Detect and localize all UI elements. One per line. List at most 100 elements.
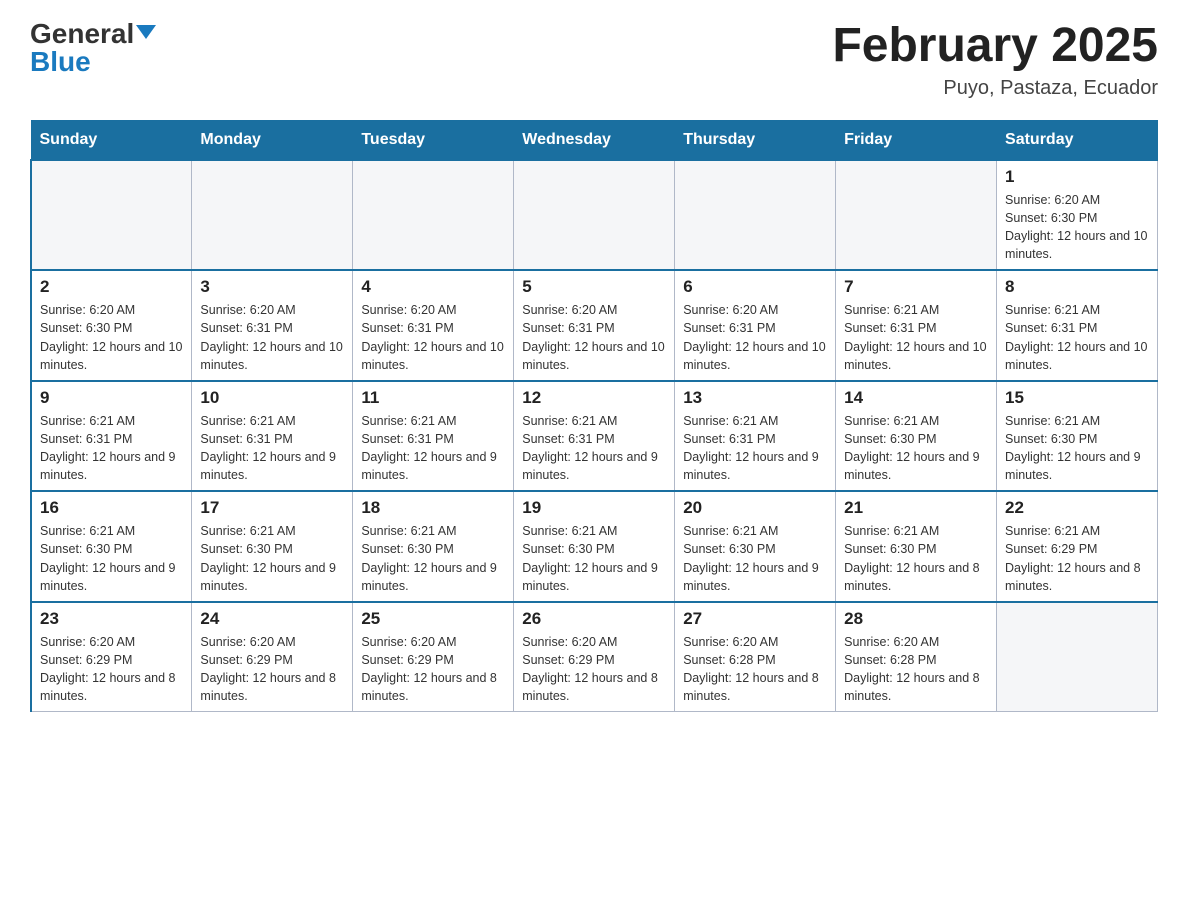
day-number: 22 — [1005, 498, 1149, 518]
calendar-day-cell: 10 Sunrise: 6:21 AMSunset: 6:31 PMDayligh… — [192, 381, 353, 492]
day-number: 27 — [683, 609, 827, 629]
calendar-day-cell: 5 Sunrise: 6:20 AMSunset: 6:31 PMDaylight… — [514, 270, 675, 381]
calendar-day-cell — [192, 160, 353, 271]
calendar-day-cell: 2Sunrise: 6:20 AMSunset: 6:30 PMDaylight… — [31, 270, 192, 381]
calendar-day-cell: 27 Sunrise: 6:20 AMSunset: 6:28 PMDayligh… — [675, 602, 836, 712]
calendar-table: SundayMondayTuesdayWednesdayThursdayFrid… — [30, 120, 1158, 713]
day-number: 17 — [200, 498, 344, 518]
day-number: 24 — [200, 609, 344, 629]
day-number: 10 — [200, 388, 344, 408]
location-title: Puyo, Pastaza, Ecuador — [832, 77, 1158, 100]
day-info: Sunrise: 6:21 AMSunset: 6:30 PMDaylight:… — [200, 522, 344, 595]
calendar-day-cell: 24Sunrise: 6:20 AMSunset: 6:29 PMDayligh… — [192, 602, 353, 712]
calendar-week-row: 9 Sunrise: 6:21 AMSunset: 6:31 PMDaylight… — [31, 381, 1158, 492]
day-number: 3 — [200, 277, 344, 297]
title-block: February 2025 Puyo, Pastaza, Ecuador — [832, 20, 1158, 100]
calendar-week-row: 2Sunrise: 6:20 AMSunset: 6:30 PMDaylight… — [31, 270, 1158, 381]
calendar-header-row: SundayMondayTuesdayWednesdayThursdayFrid… — [31, 120, 1158, 160]
day-number: 14 — [844, 388, 988, 408]
day-info: Sunrise: 6:20 AMSunset: 6:29 PMDaylight:… — [40, 633, 183, 706]
calendar-day-cell — [997, 602, 1158, 712]
day-number: 5 — [522, 277, 666, 297]
calendar-day-cell: 26Sunrise: 6:20 AMSunset: 6:29 PMDayligh… — [514, 602, 675, 712]
calendar-day-cell: 3 Sunrise: 6:20 AMSunset: 6:31 PMDaylight… — [192, 270, 353, 381]
day-info: Sunrise: 6:21 AMSunset: 6:30 PMDaylight:… — [1005, 412, 1149, 485]
day-info: Sunrise: 6:21 AMSunset: 6:31 PMDaylight:… — [683, 412, 827, 485]
calendar-day-cell: 9 Sunrise: 6:21 AMSunset: 6:31 PMDaylight… — [31, 381, 192, 492]
day-info: Sunrise: 6:21 AMSunset: 6:30 PMDaylight:… — [844, 412, 988, 485]
calendar-day-cell — [675, 160, 836, 271]
calendar-week-row: 16 Sunrise: 6:21 AMSunset: 6:30 PMDayligh… — [31, 491, 1158, 602]
page-header: General Blue February 2025 Puyo, Pastaza… — [30, 20, 1158, 100]
month-title: February 2025 — [832, 20, 1158, 73]
day-info: Sunrise: 6:20 AMSunset: 6:28 PMDaylight:… — [683, 633, 827, 706]
day-info: Sunrise: 6:21 AMSunset: 6:31 PMDaylight:… — [361, 412, 505, 485]
day-info: Sunrise: 6:20 AMSunset: 6:31 PMDaylight:… — [200, 301, 344, 374]
day-number: 1 — [1005, 167, 1149, 187]
calendar-day-cell — [353, 160, 514, 271]
day-of-week-header: Monday — [192, 120, 353, 160]
day-info: Sunrise: 6:20 AMSunset: 6:31 PMDaylight:… — [522, 301, 666, 374]
calendar-day-cell: 4 Sunrise: 6:20 AMSunset: 6:31 PMDaylight… — [353, 270, 514, 381]
calendar-day-cell: 7Sunrise: 6:21 AMSunset: 6:31 PMDaylight… — [836, 270, 997, 381]
day-info: Sunrise: 6:20 AMSunset: 6:31 PMDaylight:… — [361, 301, 505, 374]
day-info: Sunrise: 6:20 AMSunset: 6:29 PMDaylight:… — [361, 633, 505, 706]
day-info: Sunrise: 6:21 AMSunset: 6:30 PMDaylight:… — [844, 522, 988, 595]
day-info: Sunrise: 6:21 AMSunset: 6:30 PMDaylight:… — [522, 522, 666, 595]
calendar-day-cell: 22 Sunrise: 6:21 AMSunset: 6:29 PMDayligh… — [997, 491, 1158, 602]
day-info: Sunrise: 6:20 AMSunset: 6:30 PMDaylight:… — [1005, 191, 1149, 264]
calendar-day-cell: 25 Sunrise: 6:20 AMSunset: 6:29 PMDayligh… — [353, 602, 514, 712]
calendar-day-cell: 8 Sunrise: 6:21 AMSunset: 6:31 PMDaylight… — [997, 270, 1158, 381]
calendar-week-row: 23Sunrise: 6:20 AMSunset: 6:29 PMDayligh… — [31, 602, 1158, 712]
calendar-day-cell: 6 Sunrise: 6:20 AMSunset: 6:31 PMDaylight… — [675, 270, 836, 381]
calendar-day-cell: 1 Sunrise: 6:20 AMSunset: 6:30 PMDaylight… — [997, 160, 1158, 271]
day-number: 8 — [1005, 277, 1149, 297]
day-number: 21 — [844, 498, 988, 518]
day-info: Sunrise: 6:20 AMSunset: 6:28 PMDaylight:… — [844, 633, 988, 706]
day-number: 6 — [683, 277, 827, 297]
calendar-day-cell: 20Sunrise: 6:21 AMSunset: 6:30 PMDayligh… — [675, 491, 836, 602]
day-info: Sunrise: 6:21 AMSunset: 6:30 PMDaylight:… — [683, 522, 827, 595]
calendar-day-cell: 19 Sunrise: 6:21 AMSunset: 6:30 PMDayligh… — [514, 491, 675, 602]
day-number: 28 — [844, 609, 988, 629]
logo-general-text: General — [30, 20, 134, 48]
calendar-day-cell: 11 Sunrise: 6:21 AMSunset: 6:31 PMDayligh… — [353, 381, 514, 492]
calendar-day-cell: 12 Sunrise: 6:21 AMSunset: 6:31 PMDayligh… — [514, 381, 675, 492]
day-number: 19 — [522, 498, 666, 518]
day-number: 12 — [522, 388, 666, 408]
day-of-week-header: Friday — [836, 120, 997, 160]
calendar-day-cell: 28 Sunrise: 6:20 AMSunset: 6:28 PMDayligh… — [836, 602, 997, 712]
day-number: 18 — [361, 498, 505, 518]
day-number: 25 — [361, 609, 505, 629]
day-info: Sunrise: 6:21 AMSunset: 6:30 PMDaylight:… — [40, 522, 183, 595]
day-number: 4 — [361, 277, 505, 297]
calendar-day-cell: 15 Sunrise: 6:21 AMSunset: 6:30 PMDayligh… — [997, 381, 1158, 492]
day-number: 15 — [1005, 388, 1149, 408]
day-info: Sunrise: 6:21 AMSunset: 6:31 PMDaylight:… — [522, 412, 666, 485]
day-info: Sunrise: 6:21 AMSunset: 6:31 PMDaylight:… — [40, 412, 183, 485]
day-number: 13 — [683, 388, 827, 408]
day-number: 11 — [361, 388, 505, 408]
calendar-day-cell: 17 Sunrise: 6:21 AMSunset: 6:30 PMDayligh… — [192, 491, 353, 602]
day-info: Sunrise: 6:21 AMSunset: 6:29 PMDaylight:… — [1005, 522, 1149, 595]
day-of-week-header: Tuesday — [353, 120, 514, 160]
calendar-day-cell — [31, 160, 192, 271]
calendar-day-cell: 23Sunrise: 6:20 AMSunset: 6:29 PMDayligh… — [31, 602, 192, 712]
day-info: Sunrise: 6:21 AMSunset: 6:31 PMDaylight:… — [1005, 301, 1149, 374]
day-of-week-header: Thursday — [675, 120, 836, 160]
calendar-day-cell: 21 Sunrise: 6:21 AMSunset: 6:30 PMDayligh… — [836, 491, 997, 602]
calendar-day-cell: 18 Sunrise: 6:21 AMSunset: 6:30 PMDayligh… — [353, 491, 514, 602]
day-info: Sunrise: 6:21 AMSunset: 6:31 PMDaylight:… — [844, 301, 988, 374]
day-info: Sunrise: 6:21 AMSunset: 6:31 PMDaylight:… — [200, 412, 344, 485]
logo-arrow-icon — [136, 25, 156, 39]
day-info: Sunrise: 6:21 AMSunset: 6:30 PMDaylight:… — [361, 522, 505, 595]
calendar-day-cell: 14 Sunrise: 6:21 AMSunset: 6:30 PMDayligh… — [836, 381, 997, 492]
day-number: 9 — [40, 388, 183, 408]
day-number: 26 — [522, 609, 666, 629]
calendar-week-row: 1 Sunrise: 6:20 AMSunset: 6:30 PMDaylight… — [31, 160, 1158, 271]
calendar-day-cell: 16 Sunrise: 6:21 AMSunset: 6:30 PMDayligh… — [31, 491, 192, 602]
calendar-day-cell — [836, 160, 997, 271]
day-info: Sunrise: 6:20 AMSunset: 6:31 PMDaylight:… — [683, 301, 827, 374]
day-number: 16 — [40, 498, 183, 518]
calendar-day-cell: 13 Sunrise: 6:21 AMSunset: 6:31 PMDayligh… — [675, 381, 836, 492]
